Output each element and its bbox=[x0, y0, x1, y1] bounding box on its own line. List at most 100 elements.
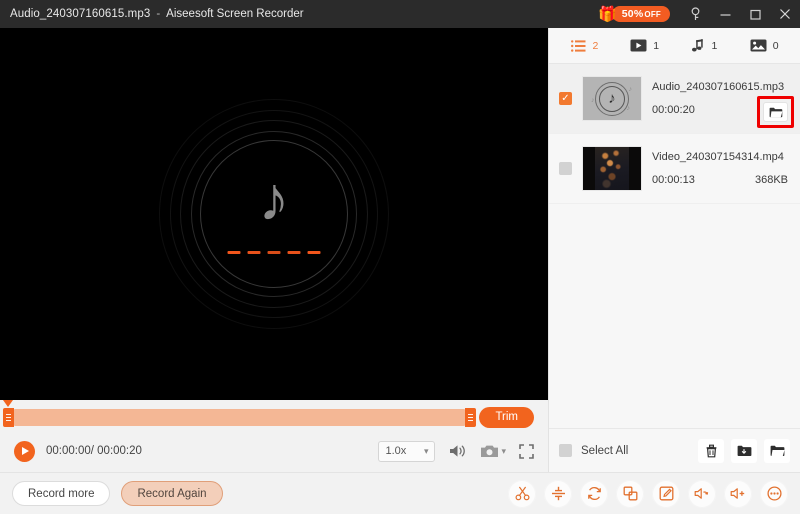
tab-video[interactable]: 1 bbox=[615, 28, 675, 63]
file-info: Video_240307154314.mp4 00:00:13 368KB bbox=[652, 151, 792, 186]
timeline-track[interactable] bbox=[3, 399, 477, 427]
tab-audio[interactable]: 1 bbox=[675, 28, 735, 63]
camera-icon[interactable] bbox=[480, 444, 499, 459]
chevron-down-icon[interactable]: ▾ bbox=[501, 446, 506, 457]
file-checkbox[interactable]: ✓ bbox=[559, 92, 572, 105]
mini-note-icon: ♪ bbox=[628, 86, 633, 93]
promo-banner[interactable]: 🎁 50%OFF bbox=[598, 4, 670, 24]
record-more-button[interactable]: Record more bbox=[12, 481, 111, 506]
visualizer-dash bbox=[227, 250, 241, 254]
playhead[interactable] bbox=[3, 399, 13, 407]
visualizer-dash bbox=[267, 250, 281, 254]
tab-video-count: 1 bbox=[653, 39, 660, 52]
visualizer-dash bbox=[247, 250, 261, 254]
grip-line bbox=[468, 416, 474, 418]
edit-tool-icon[interactable] bbox=[652, 479, 680, 508]
file-panel: 2 1 1 0 ✓ ♪ ♪ ♪ ♪ Audio_240307160615.mp3… bbox=[548, 28, 800, 472]
grip-line bbox=[468, 419, 474, 421]
file-name: Video_240307154314.mp4 bbox=[652, 151, 784, 163]
play-icon bbox=[22, 447, 29, 455]
speed-value: 1.0x bbox=[385, 445, 407, 457]
video-preview[interactable]: ♪ bbox=[0, 28, 548, 400]
panel-tabs: 2 1 1 0 bbox=[549, 28, 800, 64]
volume-boost-tool-icon[interactable] bbox=[724, 479, 752, 508]
window-title-appname: Aiseesoft Screen Recorder bbox=[166, 8, 304, 20]
video-icon bbox=[630, 39, 647, 52]
visualizer-dash bbox=[307, 250, 321, 254]
mini-note-icon: ♪ bbox=[591, 97, 595, 104]
player-column: ♪ Trim 00:00:00/ 00:00:20 1.0x ▾ ▾ bbox=[0, 28, 548, 472]
player-controls: 00:00:00/ 00:00:20 1.0x ▾ ▾ bbox=[0, 434, 548, 468]
audio-effect-tool-icon[interactable] bbox=[688, 479, 716, 508]
tab-all-count: 2 bbox=[592, 39, 599, 52]
volume-icon[interactable] bbox=[448, 443, 467, 459]
audio-visualizer: ♪ bbox=[159, 99, 389, 329]
timeline-bar: Trim bbox=[0, 399, 548, 434]
key-icon[interactable] bbox=[680, 0, 710, 28]
file-thumbnail-audio: ♪ ♪ ♪ ♪ bbox=[582, 76, 642, 121]
more-tool-icon[interactable] bbox=[760, 479, 788, 508]
fullscreen-icon[interactable] bbox=[519, 443, 534, 459]
thumbnail-frame bbox=[595, 147, 629, 190]
promo-percent: 50% bbox=[621, 8, 644, 20]
image-icon bbox=[750, 39, 767, 52]
editing-tools bbox=[508, 479, 788, 508]
table-row[interactable]: Video_240307154314.mp4 00:00:13 368KB bbox=[549, 134, 800, 204]
trim-handle-left[interactable] bbox=[3, 407, 14, 427]
visualizer-dashes bbox=[227, 250, 321, 254]
tab-image-count: 0 bbox=[772, 39, 779, 52]
export-folder-icon[interactable] bbox=[731, 438, 757, 463]
gift-icon: 🎁 bbox=[598, 5, 617, 23]
maximize-icon[interactable] bbox=[740, 0, 770, 28]
title-bar: Audio_240307160615.mp3 - Aiseesoft Scree… bbox=[0, 0, 800, 28]
select-all-label: Select All bbox=[581, 444, 629, 457]
trim-button[interactable]: Trim bbox=[479, 406, 534, 428]
tab-image[interactable]: 0 bbox=[734, 28, 794, 63]
tab-all-files[interactable]: 2 bbox=[555, 28, 615, 63]
tab-audio-count: 1 bbox=[711, 39, 718, 52]
visualizer-dash bbox=[287, 250, 301, 254]
music-note-icon: ♪ bbox=[608, 90, 616, 107]
file-name: Audio_240307160615.mp3 bbox=[652, 81, 785, 93]
file-thumbnail-video bbox=[582, 146, 642, 191]
split-tool-icon[interactable] bbox=[544, 479, 572, 508]
table-row[interactable]: ✓ ♪ ♪ ♪ ♪ Audio_240307160615.mp3 00:00:2… bbox=[549, 64, 800, 134]
chevron-down-icon: ▾ bbox=[423, 445, 429, 456]
music-icon bbox=[692, 38, 704, 51]
disc-ring: ♪ bbox=[595, 81, 629, 116]
convert-tool-icon[interactable] bbox=[580, 479, 608, 508]
time-display: 00:00:00/ 00:00:20 bbox=[46, 445, 142, 457]
player-right-controls: 1.0x ▾ ▾ bbox=[378, 440, 534, 462]
promo-off-label: OFF bbox=[644, 10, 661, 19]
file-size: 368KB bbox=[754, 174, 788, 186]
open-folder-icon[interactable] bbox=[763, 102, 788, 122]
panel-footer: Select All bbox=[549, 428, 800, 472]
trim-tool-icon[interactable] bbox=[508, 479, 536, 508]
app-window: Audio_240307160615.mp3 - Aiseesoft Scree… bbox=[0, 0, 800, 514]
file-subinfo: 00:00:13 368KB bbox=[652, 174, 792, 186]
trim-handle-right[interactable] bbox=[465, 407, 477, 427]
record-again-button[interactable]: Record Again bbox=[121, 481, 223, 506]
play-button[interactable] bbox=[14, 440, 35, 462]
window-title-filename: Audio_240307160615.mp3 bbox=[10, 8, 151, 20]
file-checkbox[interactable] bbox=[559, 162, 572, 175]
music-note-icon: ♪ bbox=[258, 165, 290, 235]
list-icon bbox=[571, 39, 586, 52]
select-all-checkbox[interactable] bbox=[559, 444, 572, 457]
speed-select[interactable]: 1.0x ▾ bbox=[378, 440, 436, 462]
file-duration: 00:00:20 bbox=[652, 104, 695, 116]
file-list: ✓ ♪ ♪ ♪ ♪ Audio_240307160615.mp3 00:00:2… bbox=[549, 64, 800, 428]
titlebar-controls: 🎁 50%OFF bbox=[598, 0, 800, 28]
window-title-separator: - bbox=[156, 8, 161, 20]
close-icon[interactable] bbox=[770, 0, 800, 28]
panel-actions bbox=[698, 438, 790, 463]
merge-tool-icon[interactable] bbox=[616, 479, 644, 508]
grip-line bbox=[468, 413, 474, 415]
promo-badge: 50%OFF bbox=[611, 6, 670, 22]
grip-line bbox=[6, 419, 11, 421]
snapshot-control[interactable]: ▾ bbox=[480, 444, 506, 459]
minimize-icon[interactable] bbox=[710, 0, 740, 28]
file-duration: 00:00:13 bbox=[652, 174, 695, 186]
delete-icon[interactable] bbox=[698, 438, 724, 463]
open-folder-icon[interactable] bbox=[764, 438, 790, 463]
